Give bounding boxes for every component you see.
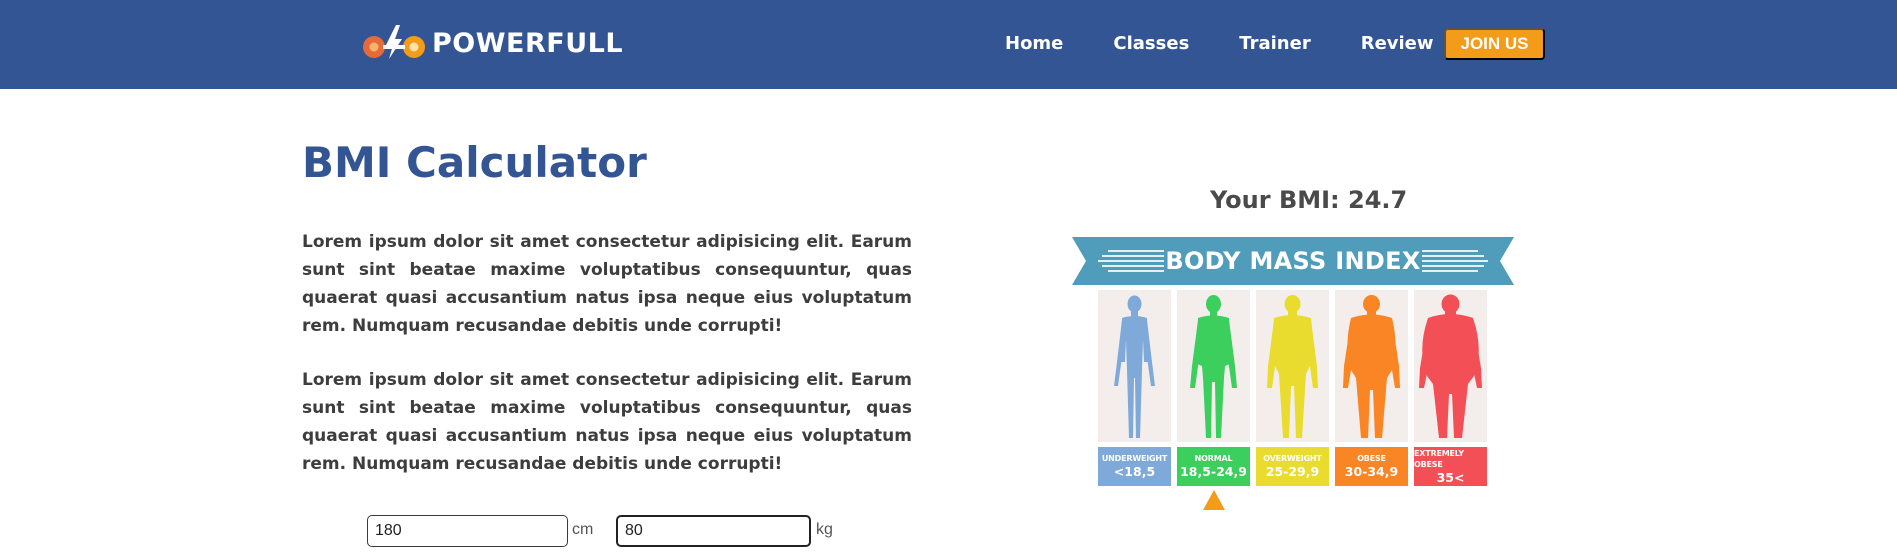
intro-paragraph-2: Lorem ipsum dolor sit amet consectetur a… xyxy=(302,370,912,474)
category-range: 18,5-24,9 xyxy=(1180,464,1247,479)
category-name: EXTREMELY OBESE xyxy=(1414,448,1464,469)
intro-paragraph-1: Lorem ipsum dolor sit amet consectetur a… xyxy=(302,232,912,336)
overweight-figure xyxy=(1256,290,1329,442)
category-name: NORMAL xyxy=(1194,454,1233,463)
nav-link-review[interactable]: Review xyxy=(1361,30,1434,58)
dumbbell-logo-icon xyxy=(360,23,428,63)
bmi-banner-title: BODY MASS INDEX xyxy=(1165,247,1421,275)
brand-logo[interactable]: POWERFULL xyxy=(360,20,623,66)
nav-link-classes[interactable]: Classes xyxy=(1113,30,1189,58)
category-underweight: UNDERWEIGHT <18,5 xyxy=(1098,447,1171,486)
category-range: <18,5 xyxy=(1113,464,1156,479)
body-silhouette-icon xyxy=(1419,294,1482,438)
category-normal: NORMAL 18,5-24,9 xyxy=(1177,447,1250,486)
obese-figure xyxy=(1335,290,1408,442)
brand-name: POWERFULL xyxy=(432,27,624,59)
category-name: OVERWEIGHT xyxy=(1263,454,1322,463)
nav-menu: Home Classes Trainer Review xyxy=(1005,30,1434,58)
category-overweight: OVERWEIGHT 25-29,9 xyxy=(1256,447,1329,486)
body-silhouette-icon xyxy=(1114,295,1155,438)
extremely-obese-figure xyxy=(1414,290,1487,442)
category-obese: OBESE 30-34,9 xyxy=(1335,447,1408,486)
category-name: UNDERWEIGHT xyxy=(1101,454,1168,463)
normal-figure xyxy=(1177,290,1250,442)
height-input[interactable] xyxy=(367,515,568,547)
navbar: POWERFULL Home Classes Trainer Review JO… xyxy=(0,0,1897,89)
category-extremely-obese: EXTREMELY OBESE 35< xyxy=(1414,447,1487,486)
join-us-button[interactable]: JOIN US xyxy=(1444,28,1545,60)
category-range: 35< xyxy=(1436,469,1465,485)
category-name: OBESE xyxy=(1357,454,1386,463)
category-range: 30-34,9 xyxy=(1344,464,1399,479)
bmi-chart-image: BODY MASS INDEX UNDERWEIGHT <18,5 NORMAL… xyxy=(1072,237,1514,512)
bmi-pointer-triangle-icon xyxy=(1203,490,1225,510)
nav-link-trainer[interactable]: Trainer xyxy=(1239,30,1310,58)
nav-link-home[interactable]: Home xyxy=(1005,30,1063,58)
body-silhouette-icon xyxy=(1190,295,1237,438)
category-range: 25-29,9 xyxy=(1265,464,1320,479)
bmi-result: Your BMI: 24.7 xyxy=(1210,186,1408,214)
page-title: BMI Calculator xyxy=(302,138,647,187)
body-silhouette-icon xyxy=(1343,295,1400,438)
weight-input[interactable] xyxy=(616,515,811,547)
underweight-figure xyxy=(1098,290,1171,442)
height-unit-label: cm xyxy=(572,521,594,538)
body-silhouette-icon xyxy=(1267,295,1318,438)
weight-unit-label: kg xyxy=(816,521,833,538)
